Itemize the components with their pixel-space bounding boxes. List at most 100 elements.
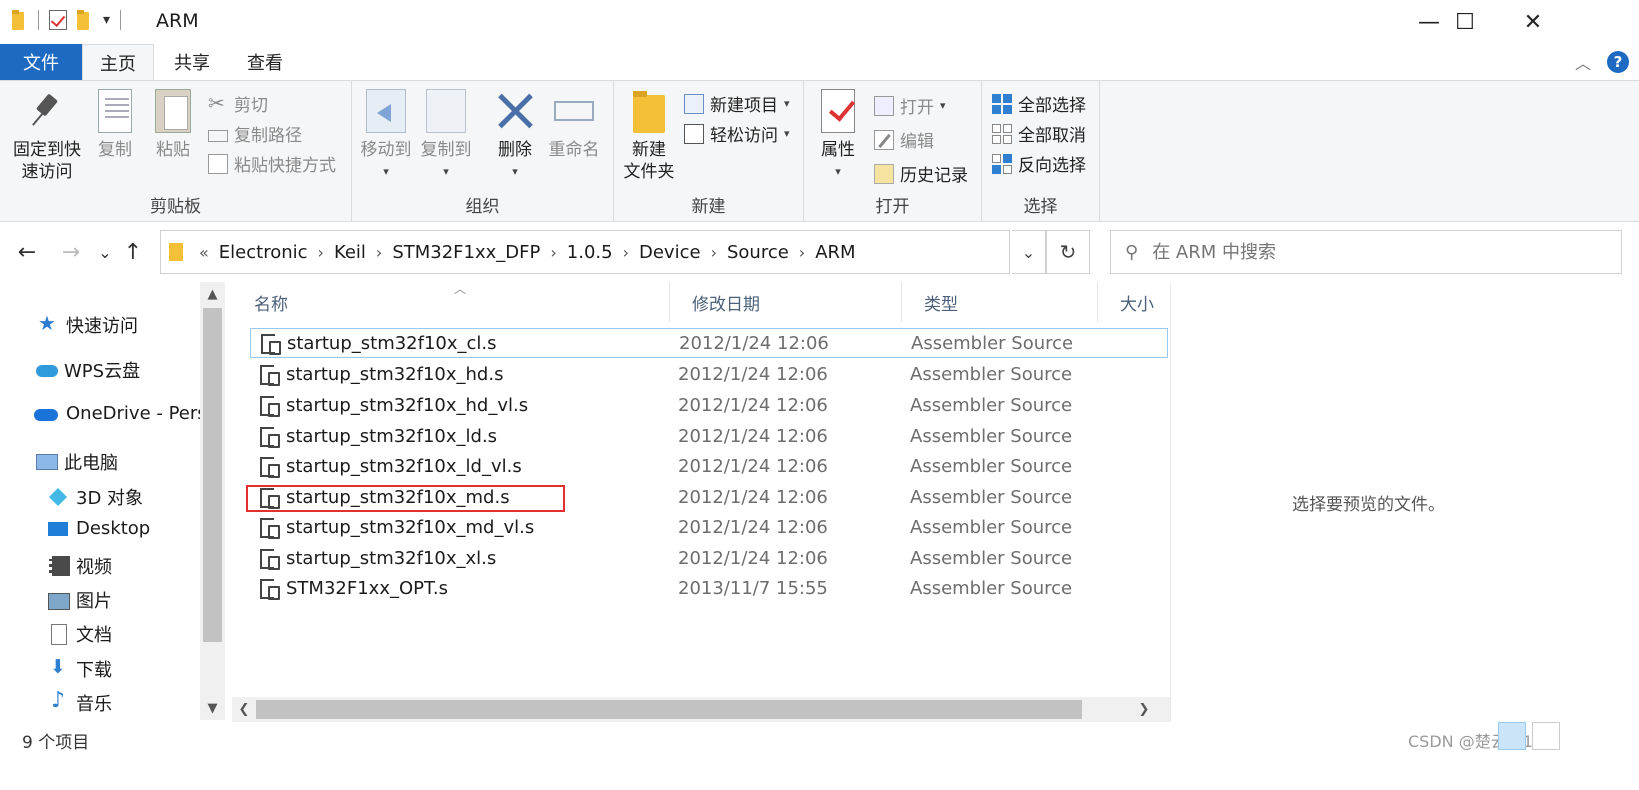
forward-button[interactable]: → xyxy=(56,234,86,270)
star-icon xyxy=(38,311,58,335)
large-icons-view-button[interactable] xyxy=(1532,722,1560,750)
details-view-button[interactable] xyxy=(1498,722,1526,750)
breadcrumb-item[interactable]: Source xyxy=(727,242,789,263)
nav-item-downloads[interactable]: 下载 xyxy=(48,656,112,682)
invert-selection-button[interactable]: 反向选择 xyxy=(992,151,1086,176)
select-all-label: 全部选择 xyxy=(1018,96,1086,116)
tab-share[interactable]: 共享 xyxy=(158,44,226,80)
table-row[interactable]: startup_stm32f10x_md.s 2012/1/24 12:06 A… xyxy=(250,482,1168,512)
chevron-right-icon[interactable]: › xyxy=(550,243,556,262)
history-button[interactable]: 历史记录 xyxy=(874,161,968,186)
nav-item-onedrive[interactable]: OneDrive - Persc xyxy=(34,403,200,424)
chevron-right-icon[interactable]: › xyxy=(318,243,324,262)
column-header-type[interactable]: 类型 xyxy=(902,282,1098,322)
address-bar[interactable]: « Electronic › Keil › STM32F1xx_DFP › 1.… xyxy=(160,230,1010,274)
move-to-button[interactable]: 移动到 ▾ xyxy=(358,89,414,183)
breadcrumb-item[interactable]: Electronic xyxy=(219,242,308,263)
assembler-file-icon xyxy=(258,547,280,570)
new-folder-icon[interactable] xyxy=(77,10,93,30)
new-folder-button[interactable]: 新建 文件夹 xyxy=(620,89,678,183)
file-name: startup_stm32f10x_xl.s xyxy=(286,547,497,569)
recent-locations-button[interactable]: ⌄ xyxy=(90,234,120,270)
nav-item-documents[interactable]: 文档 xyxy=(48,621,112,647)
tab-view[interactable]: 查看 xyxy=(230,44,300,80)
breadcrumb-item[interactable]: Keil xyxy=(334,242,366,263)
nav-item-wps-cloud[interactable]: WPS云盘 xyxy=(36,357,140,383)
scroll-up-arrow[interactable]: ▲ xyxy=(200,282,225,306)
table-row[interactable]: startup_stm32f10x_xl.s 2012/1/24 12:06 A… xyxy=(250,543,1168,573)
column-header-name[interactable]: 名称 xyxy=(232,282,670,322)
edit-button[interactable]: 编辑 xyxy=(874,127,934,152)
up-button[interactable]: ↑ xyxy=(118,234,148,270)
properties-button[interactable]: 属性 ▾ xyxy=(816,89,860,183)
scroll-down-arrow[interactable]: ▼ xyxy=(200,696,225,720)
item-count: 9 个项目 xyxy=(22,733,90,753)
tab-file[interactable]: 文件 xyxy=(0,44,82,80)
scrollbar-thumb[interactable] xyxy=(203,308,222,642)
table-row[interactable]: startup_stm32f10x_hd.s 2012/1/24 12:06 A… xyxy=(250,359,1168,389)
copy-button[interactable]: 复制 xyxy=(92,89,138,161)
nav-item-quick-access[interactable]: 快速访问 xyxy=(38,311,138,338)
search-box[interactable]: ⚲ xyxy=(1110,230,1622,274)
column-header-size[interactable]: 大小 xyxy=(1098,282,1170,322)
refresh-button[interactable]: ↻ xyxy=(1046,230,1090,274)
chevron-up-icon[interactable]: ︿ xyxy=(1575,50,1591,74)
breadcrumb-item[interactable]: Device xyxy=(639,242,701,263)
nav-item-this-pc[interactable]: 此电脑 xyxy=(36,449,118,475)
desktop-icon xyxy=(48,519,68,539)
nav-item-3d-objects[interactable]: 3D 对象 xyxy=(48,484,143,510)
file-list-horizontal-scrollbar[interactable]: ❮ ❯ xyxy=(232,697,1170,722)
chevron-right-icon[interactable]: › xyxy=(799,243,805,262)
breadcrumb-item[interactable]: ARM xyxy=(815,242,855,263)
select-all-button[interactable]: 全部选择 xyxy=(992,91,1086,116)
table-row[interactable]: startup_stm32f10x_ld_vl.s 2012/1/24 12:0… xyxy=(250,451,1168,481)
scrollbar-thumb[interactable] xyxy=(256,700,1082,719)
properties-icon[interactable] xyxy=(49,10,67,30)
paste-button[interactable]: 粘贴 xyxy=(150,89,196,161)
table-row[interactable]: startup_stm32f10x_md_vl.s 2012/1/24 12:0… xyxy=(250,512,1168,542)
select-none-button[interactable]: 全部取消 xyxy=(992,121,1086,146)
nav-item-pictures[interactable]: 图片 xyxy=(48,587,112,613)
breadcrumb-item[interactable]: STM32F1xx_DFP xyxy=(392,242,540,263)
pin-icon xyxy=(27,89,67,133)
table-row[interactable]: startup_stm32f10x_ld.s 2012/1/24 12:06 A… xyxy=(250,421,1168,451)
breadcrumb-overflow[interactable]: « xyxy=(199,243,209,262)
rename-button[interactable]: 重命名 xyxy=(546,89,602,161)
copy-path-button[interactable]: 复制路径 xyxy=(208,121,302,146)
breadcrumb-item[interactable]: 1.0.5 xyxy=(567,242,613,263)
table-row[interactable]: startup_stm32f10x_cl.s 2012/1/24 12:06 A… xyxy=(250,328,1168,358)
cut-button[interactable]: 剪切 xyxy=(208,91,268,117)
help-icon[interactable]: ? xyxy=(1607,51,1629,73)
nav-item-desktop[interactable]: Desktop xyxy=(48,518,150,539)
delete-button[interactable]: 删除 ▾ xyxy=(492,89,538,183)
assembler-file-icon xyxy=(258,425,280,448)
column-header-date[interactable]: 修改日期 xyxy=(670,282,902,322)
table-row[interactable]: STM32F1xx_OPT.s 2013/11/7 15:55 Assemble… xyxy=(250,573,1168,603)
preview-divider[interactable] xyxy=(1170,282,1171,722)
nav-item-videos[interactable]: 视频 xyxy=(48,553,112,579)
paste-shortcut-button[interactable]: 粘贴快捷方式 xyxy=(208,151,336,176)
customize-toolbar-button[interactable]: ▾ xyxy=(103,12,110,28)
close-button[interactable]: ✕ xyxy=(1498,0,1568,44)
copy-to-button[interactable]: 复制到 ▾ xyxy=(418,89,474,183)
scroll-left-arrow[interactable]: ❮ xyxy=(232,697,256,722)
address-dropdown-button[interactable]: ⌄ xyxy=(1012,230,1046,274)
search-input[interactable] xyxy=(1152,241,1573,263)
new-item-button[interactable]: 新建项目 ▾ xyxy=(684,91,790,116)
scroll-right-arrow[interactable]: ❯ xyxy=(1132,697,1156,722)
easy-access-button[interactable]: 轻松访问 ▾ xyxy=(684,121,790,146)
chevron-right-icon[interactable]: › xyxy=(623,243,629,262)
file-name: STM32F1xx_OPT.s xyxy=(286,577,448,599)
file-date: 2012/1/24 12:06 xyxy=(678,486,828,508)
chevron-right-icon[interactable]: › xyxy=(711,243,717,262)
chevron-right-icon[interactable]: › xyxy=(376,243,382,262)
table-row[interactable]: startup_stm32f10x_hd_vl.s 2012/1/24 12:0… xyxy=(250,390,1168,420)
tab-home[interactable]: 主页 xyxy=(82,44,154,81)
back-button[interactable]: ← xyxy=(12,234,42,270)
pin-quick-access-button[interactable]: 固定到快 速访问 xyxy=(8,89,86,183)
nav-pane-scrollbar[interactable]: ▲ ▼ xyxy=(200,282,225,720)
maximize-button[interactable]: ☐ xyxy=(1430,0,1500,44)
chevron-down-icon: ▾ xyxy=(784,127,790,140)
open-button[interactable]: 打开 ▾ xyxy=(874,93,946,118)
nav-item-music[interactable]: 音乐 xyxy=(48,688,112,716)
